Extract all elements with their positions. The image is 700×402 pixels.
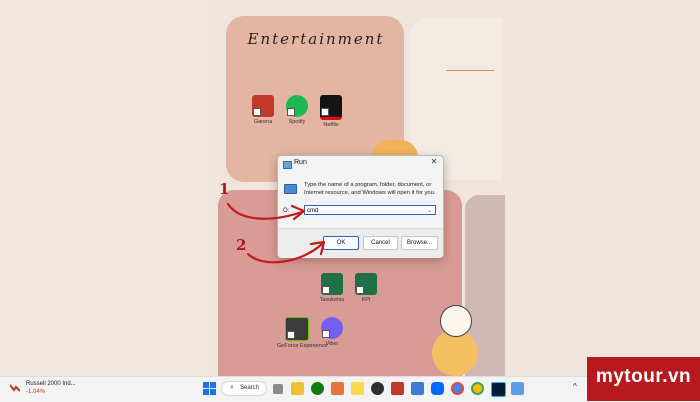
file-explorer-icon[interactable]: [291, 382, 304, 395]
chrome-icon[interactable]: [451, 382, 464, 395]
start-button[interactable]: [203, 382, 216, 395]
widget-change: -1.04%: [26, 389, 46, 395]
arrow-step-1: [226, 202, 304, 220]
search-icon: ⌕: [230, 384, 234, 391]
stock-trend-icon: [10, 384, 20, 392]
task-view-icon[interactable]: [273, 384, 283, 394]
step-1-label: 1: [219, 180, 230, 198]
xbox-icon[interactable]: [311, 382, 324, 395]
chrome-alt-icon[interactable]: [471, 382, 484, 395]
app-icon[interactable]: [411, 382, 424, 395]
zalo-icon[interactable]: [431, 382, 444, 395]
taskbar-search[interactable]: ⌕ Search: [221, 381, 267, 396]
obs-icon[interactable]: [371, 382, 384, 395]
office-icon[interactable]: [331, 382, 344, 395]
sticky-notes-icon[interactable]: [351, 382, 364, 395]
brand-watermark: mytour.vn: [587, 357, 700, 401]
arrow-step-2: [246, 242, 324, 264]
step-2-label: 2: [236, 236, 247, 254]
widget-title: Russell 2000 Ind...: [26, 381, 76, 387]
run-icon[interactable]: [511, 382, 524, 395]
annotation-arrows: [226, 202, 326, 264]
photoshop-icon[interactable]: [491, 382, 506, 397]
search-label: Search: [240, 385, 260, 391]
garena-icon[interactable]: [391, 382, 404, 395]
tray-chevron-icon[interactable]: ^: [573, 382, 577, 391]
